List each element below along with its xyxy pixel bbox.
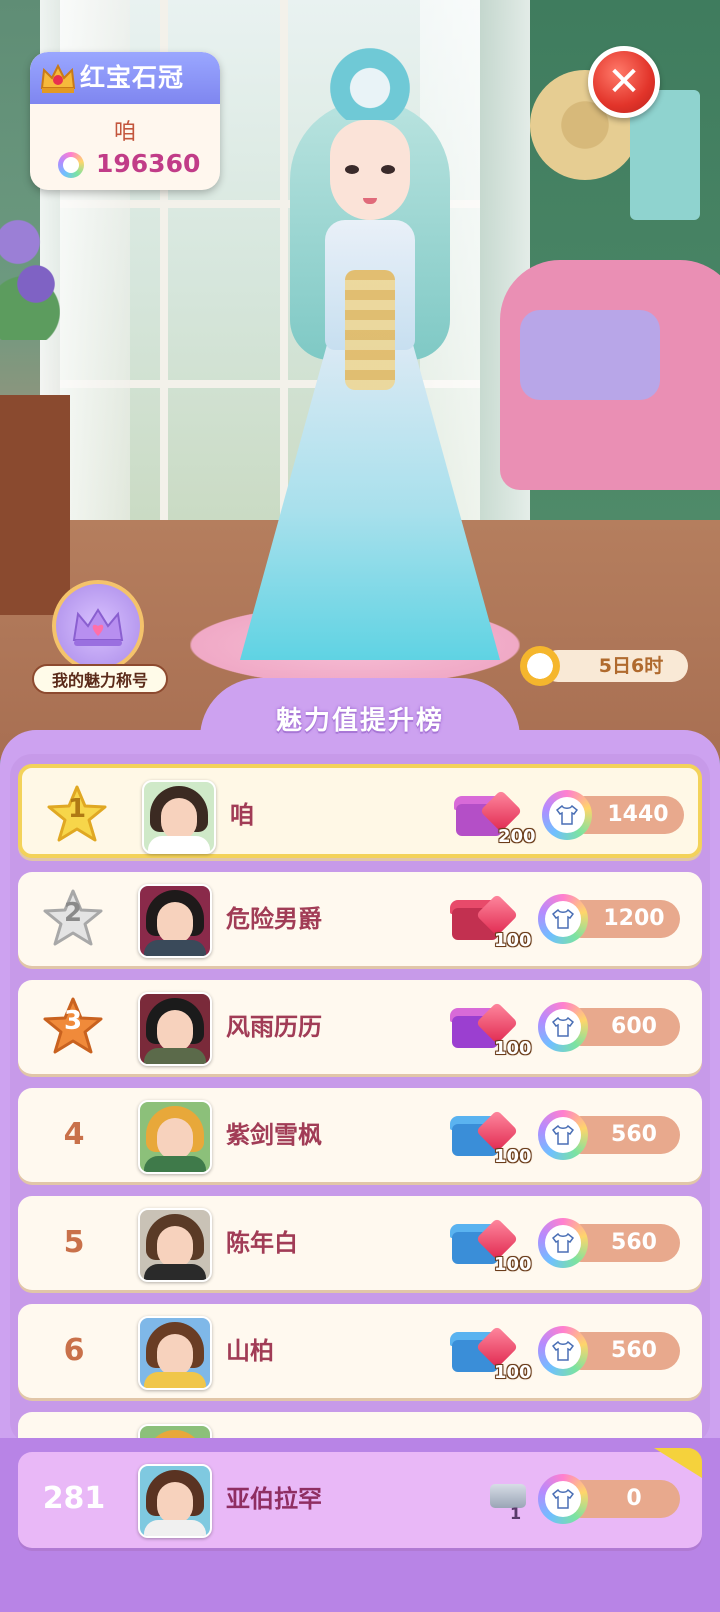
silver-star-icon: 2: [42, 888, 104, 948]
leaderboard-row[interactable]: 5 陈年白 100 560: [18, 1196, 702, 1290]
score-value: 560: [611, 1338, 657, 1363]
leaderboard-row[interactable]: 1 咱 200 1440: [18, 764, 702, 858]
event-timer: 5日6时: [520, 646, 690, 686]
charm-score: 1200: [538, 894, 680, 944]
charm-title-label[interactable]: 我的魅力称号: [32, 664, 168, 694]
treasure-chest-icon[interactable]: 100: [448, 886, 532, 952]
player-name: 陈年白: [226, 1229, 298, 1257]
charm-title-badge[interactable]: [52, 580, 144, 672]
crown-icon: [40, 63, 76, 93]
rank-number: 3: [63, 1006, 83, 1036]
player-name: 咱: [113, 120, 136, 145]
player-name: 亚伯拉罕: [226, 1485, 322, 1513]
charm-score: 600: [538, 1002, 680, 1052]
close-icon: ✕: [607, 59, 641, 105]
bronze-star-icon: 3: [42, 996, 104, 1056]
score-value: 1200: [603, 906, 665, 931]
sofa: [500, 260, 720, 490]
desk: [0, 395, 70, 615]
charm-score: 560: [538, 1110, 680, 1160]
player-avatar-figure[interactable]: [230, 40, 510, 660]
avatar[interactable]: [138, 1100, 212, 1174]
charm-score: 560: [538, 1218, 680, 1268]
charm-points-total: 196360: [96, 149, 201, 178]
reward-quantity: 200: [498, 826, 536, 847]
self-rank-row[interactable]: 281 亚伯拉罕 1 0: [18, 1452, 702, 1548]
close-button[interactable]: ✕: [588, 46, 660, 118]
avatar[interactable]: [138, 1316, 212, 1390]
treasure-chest-icon[interactable]: 200: [452, 782, 536, 848]
leaderboard-row[interactable]: 3 风雨历历 100 600: [18, 980, 702, 1074]
charm-score: 0: [538, 1474, 680, 1524]
treasure-chest-icon[interactable]: 100: [448, 1318, 532, 1384]
clock-icon: [520, 646, 560, 686]
reward-quantity: 100: [494, 1038, 532, 1059]
leaderboard-row[interactable]: 6 山柏 100 560: [18, 1304, 702, 1398]
score-value: 600: [611, 1014, 657, 1039]
avatar[interactable]: [138, 1208, 212, 1282]
charm-score: 1440: [542, 790, 684, 840]
charm-points-icon: [58, 152, 84, 178]
player-name: 咱: [230, 801, 254, 829]
leaderboard-row[interactable]: 4 紫剑雪枫 100 560: [18, 1088, 702, 1182]
rank-number: 4: [63, 1117, 85, 1152]
treasure-chest-icon[interactable]: 1: [490, 1474, 526, 1523]
score-value: 1440: [607, 802, 669, 827]
rank-number: 5: [63, 1225, 85, 1260]
player-name: 危险男爵: [226, 905, 322, 933]
score-value: 0: [626, 1486, 642, 1511]
leaderboard-row[interactable]: 2 危险男爵 100 1200: [18, 872, 702, 966]
reward-quantity: 100: [494, 1146, 532, 1167]
plant: [0, 200, 60, 340]
rank-number: 1: [67, 794, 87, 824]
player-name: 山柏: [226, 1337, 274, 1365]
treasure-chest-icon[interactable]: 100: [448, 994, 532, 1060]
leaderboard-title: 魅力值提升榜: [275, 706, 444, 736]
rank-number: 281: [42, 1481, 106, 1516]
gold-star-icon: 1: [46, 784, 108, 844]
score-value: 560: [611, 1230, 657, 1255]
player-name: 风雨历历: [226, 1013, 322, 1041]
reward-quantity: 100: [494, 1254, 532, 1275]
avatar[interactable]: [138, 992, 212, 1066]
rank-number: 2: [63, 898, 83, 928]
reward-quantity: 100: [494, 930, 532, 951]
timer-text: 5日6时: [598, 655, 664, 677]
treasure-chest-icon[interactable]: 100: [448, 1102, 532, 1168]
leaderboard-list[interactable]: 1 咱 200 1440 2 危险男爵 100 1200 3 风雨历历 100 …: [10, 754, 710, 1444]
avatar[interactable]: [142, 780, 216, 854]
treasure-chest-icon[interactable]: 100: [448, 1210, 532, 1276]
charm-score: 560: [538, 1326, 680, 1376]
reward-quantity: 100: [494, 1362, 532, 1383]
avatar[interactable]: [138, 1464, 212, 1538]
avatar[interactable]: [138, 884, 212, 958]
crown-title: 红宝石冠: [80, 63, 185, 92]
rank-number: 6: [63, 1333, 85, 1368]
crown-icon: [72, 608, 124, 646]
score-value: 560: [611, 1122, 657, 1147]
player-name: 紫剑雪枫: [226, 1121, 322, 1149]
reward-quantity: 1: [510, 1504, 522, 1523]
title-info-card[interactable]: 红宝石冠 咱 196360: [30, 52, 220, 190]
